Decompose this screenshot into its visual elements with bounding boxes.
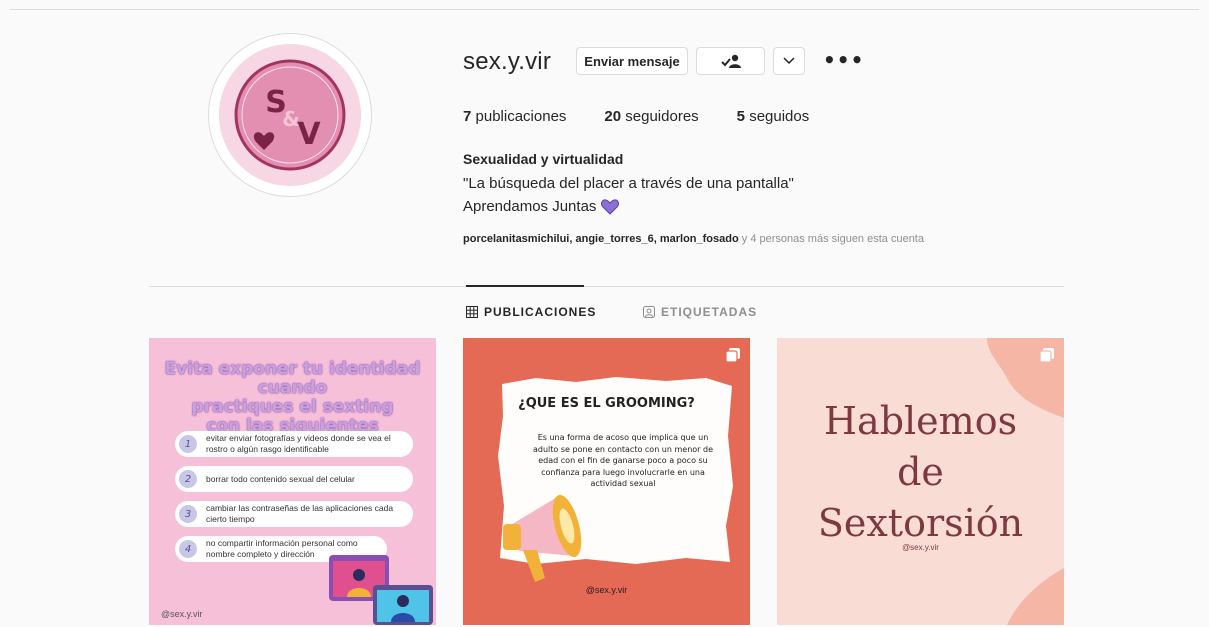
post2-body: Es una forma de acoso que implica que un… xyxy=(533,433,713,488)
post2-title: ¿QUE ES EL GROOMING? xyxy=(518,396,695,411)
post-thumbnail-sexting-tips[interactable]: Evita exponer tu identidad cuando practi… xyxy=(149,338,436,625)
svg-text:V: V xyxy=(297,117,321,152)
post3-handle: @sex.y.vir xyxy=(902,543,939,552)
stat-following[interactable]: 5 seguidos xyxy=(737,108,810,125)
post1-tip-number: 4 xyxy=(179,540,197,558)
post-thumbnail-sextorsion[interactable]: Hablemos de Sextorsión @sex.y.vir xyxy=(777,338,1064,625)
post1-tip-number: 1 xyxy=(179,435,197,453)
post3-heading: Hablemos de Sextorsión xyxy=(777,396,1064,549)
post1-tip-number: 3 xyxy=(179,505,197,523)
post3-heading-line: Sextorsión xyxy=(817,501,1024,545)
tab-publicaciones[interactable]: PUBLICACIONES xyxy=(466,305,596,319)
profile-username: sex.y.vir xyxy=(463,48,552,75)
stat-followers[interactable]: 20 seguidores xyxy=(604,108,698,125)
post1-tip-text: evitar enviar fotografías y videos donde… xyxy=(206,433,391,454)
profile-bio-line2: Aprendamos Juntas xyxy=(463,198,620,215)
followed-by-text[interactable]: porcelanitasmichilui, angie_torres_6, ma… xyxy=(463,233,924,245)
post1-tip-item: 3 cambiar las contraseñas de las aplicac… xyxy=(175,501,413,527)
followed-by-suffix: y 4 personas más siguen esta cuenta xyxy=(738,233,924,245)
stat-following-label: seguidos xyxy=(749,108,810,125)
more-options-icon[interactable]: ••• xyxy=(823,50,864,70)
post1-title-line: practiques el sexting xyxy=(191,397,394,417)
profile-avatar-ring[interactable]: S & V xyxy=(208,33,372,197)
send-message-button[interactable]: Enviar mensaje xyxy=(576,47,688,75)
carousel-multiple-icon xyxy=(1040,348,1054,362)
profile-bio-line2-text: Aprendamos Juntas xyxy=(463,198,597,215)
post2-handle: @sex.y.vir xyxy=(585,585,628,595)
profile-stats: 7 publicaciones 20 seguidores 5 seguidos xyxy=(463,108,847,125)
stat-following-count: 5 xyxy=(736,108,746,125)
profile-full-name: Sexualidad y virtualidad xyxy=(463,151,624,167)
following-check-user-icon xyxy=(720,54,741,68)
post1-tip-number: 2 xyxy=(179,470,197,488)
stat-followers-label: seguidores xyxy=(625,108,699,125)
post1-tip-text: cambiar las contraseñas de las aplicacio… xyxy=(206,503,394,524)
chevron-down-icon xyxy=(783,57,795,65)
post1-tip-text: borrar todo contenido sexual del celular xyxy=(206,473,355,484)
tag-user-icon xyxy=(643,306,655,318)
stat-posts-label: publicaciones xyxy=(475,108,567,125)
tab-publicaciones-label: PUBLICACIONES xyxy=(484,305,597,319)
post1-tip-item: 2 borrar todo contenido sexual del celul… xyxy=(175,466,413,492)
active-tab-indicator xyxy=(466,285,584,287)
suggested-dropdown-button[interactable] xyxy=(773,47,805,75)
post1-tip-item: 1 evitar enviar fotografías y videos don… xyxy=(175,431,413,457)
post1-handle: @sex.y.vir xyxy=(161,609,203,619)
followed-by-names[interactable]: porcelanitasmichilui, angie_torres_6, ma… xyxy=(463,233,739,245)
tab-etiquetadas-label: ETIQUETADAS xyxy=(661,305,758,319)
stat-posts-count: 7 xyxy=(463,108,472,125)
carousel-multiple-icon xyxy=(726,348,740,362)
top-border xyxy=(10,9,1199,10)
following-button[interactable] xyxy=(696,47,765,75)
purple-heart-icon xyxy=(601,198,620,215)
avatar-logo: S & V xyxy=(219,44,361,186)
stat-followers-count: 20 xyxy=(604,108,622,125)
tabs-divider xyxy=(149,286,1064,287)
post1-title-line: Evita exponer tu identidad cuando xyxy=(164,359,421,398)
avatar[interactable]: S & V xyxy=(219,44,361,186)
post-thumbnail-grooming[interactable]: ¿QUE ES EL GROOMING? Es una forma de aco… xyxy=(463,338,750,625)
profile-bio-line1: "La búsqueda del placer a través de una … xyxy=(463,175,794,192)
stat-posts: 7 publicaciones xyxy=(463,108,566,125)
tab-etiquetadas[interactable]: ETIQUETADAS xyxy=(643,305,757,319)
post3-heading-line: de xyxy=(897,450,944,494)
grid-icon xyxy=(466,306,478,318)
megaphone-illustration xyxy=(503,494,582,582)
video-call-illustration xyxy=(329,555,433,625)
post3-heading-line: Hablemos xyxy=(823,399,1018,443)
